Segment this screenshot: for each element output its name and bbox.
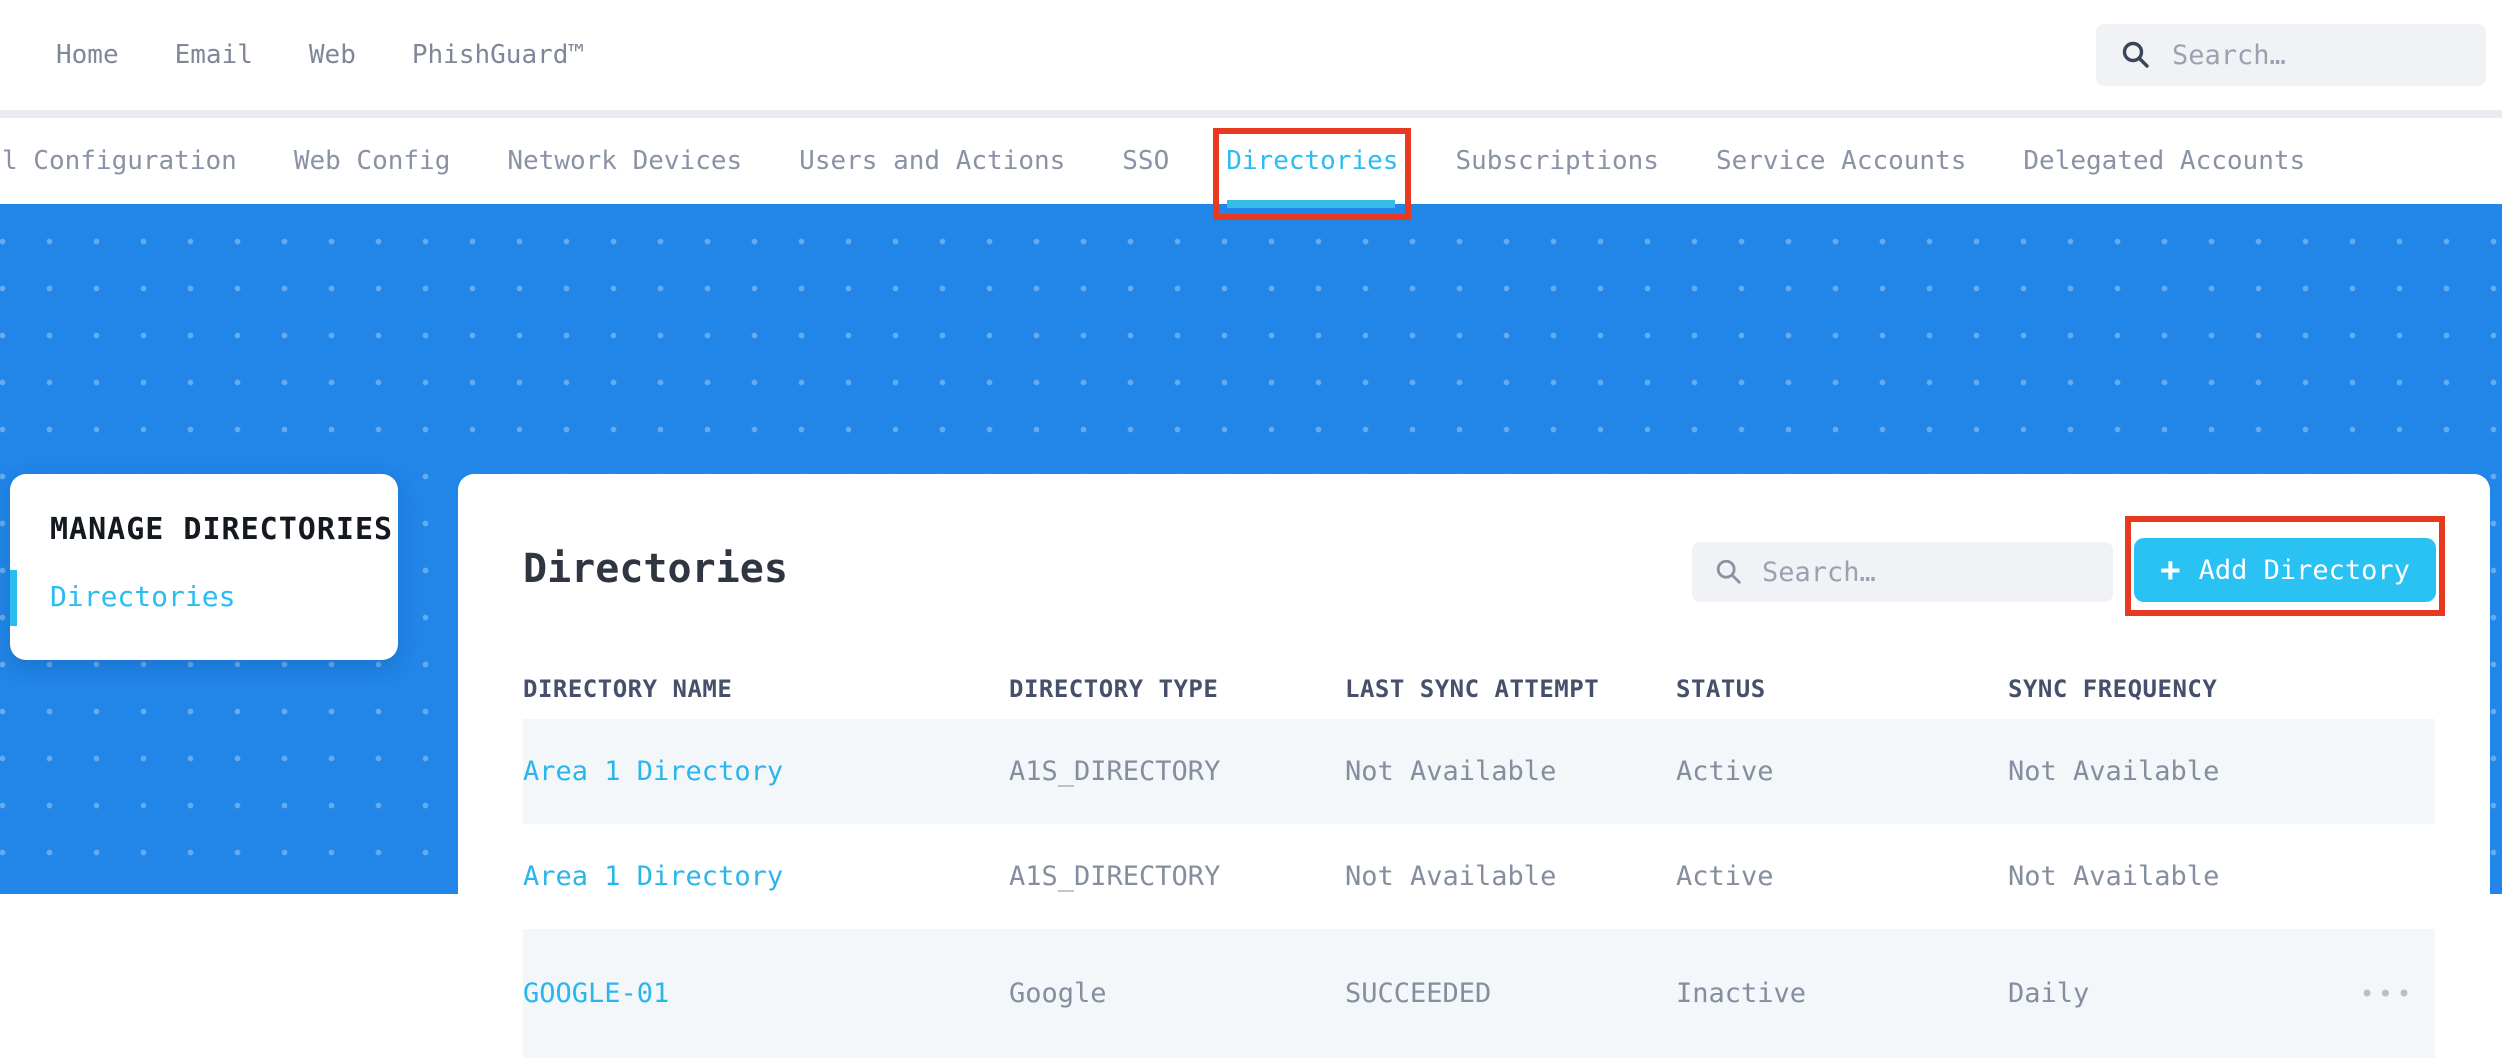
col-last-sync-attempt: LAST SYNC ATTEMPT (1345, 675, 1600, 703)
nav-item-phishguard[interactable]: PhishGuard™ (412, 40, 584, 70)
table-row: Area 1 Directory A1S_DIRECTORY Not Avail… (523, 824, 2435, 929)
status-cell: Active (1676, 756, 1774, 787)
tab-web-config[interactable]: Web Config (294, 118, 451, 204)
table-row: Area 1 Directory A1S_DIRECTORY Not Avail… (523, 719, 2435, 824)
active-item-indicator-bar (10, 570, 17, 626)
tab-network-devices[interactable]: Network Devices (507, 118, 742, 204)
manage-directories-card: MANAGE DIRECTORIES Directories (10, 474, 398, 660)
last-sync-cell: Not Available (1345, 756, 1557, 787)
add-directory-label: Add Directory (2198, 554, 2410, 586)
directories-search-input[interactable] (1762, 556, 2091, 588)
last-sync-cell: Not Available (1345, 861, 1557, 892)
directory-name-link[interactable]: GOOGLE-01 (523, 978, 1009, 1009)
page-title: Directories (523, 546, 788, 592)
last-sync-cell: SUCCEEDED (1345, 978, 1492, 1009)
tab-configuration[interactable]: l Configuration (2, 118, 237, 204)
col-status: STATUS (1676, 675, 1766, 703)
directory-name-link[interactable]: Area 1 Directory (523, 861, 1009, 892)
tab-users-and-actions[interactable]: Users and Actions (799, 118, 1065, 204)
directories-panel: Directories + Add Directory DIRECTORY NA… (458, 474, 2490, 1058)
tab-sso[interactable]: SSO (1122, 118, 1169, 204)
directory-type-cell: A1S_DIRECTORY (1009, 861, 1221, 892)
add-directory-wrap: + Add Directory (2125, 516, 2445, 616)
nav-divider (0, 110, 2502, 118)
global-search-box[interactable] (2096, 24, 2486, 86)
status-cell: Active (1676, 861, 1774, 892)
top-nav: Home Email Web PhishGuard™ (0, 0, 2502, 110)
table-row: GOOGLE-01 Google SUCCEEDED Inactive Dail… (523, 929, 2435, 1058)
directory-name-link[interactable]: Area 1 Directory (523, 756, 1009, 787)
side-card-title: MANAGE DIRECTORIES (50, 512, 394, 547)
status-cell: Inactive (1676, 978, 1807, 1009)
add-directory-button[interactable]: + Add Directory (2134, 538, 2436, 602)
row-actions-menu-icon[interactable]: ••• (2340, 980, 2435, 1008)
sidebar-item-directories[interactable]: Directories (50, 580, 235, 613)
sync-frequency-cell: Not Available (2008, 756, 2220, 787)
tab-subscriptions[interactable]: Subscriptions (1455, 118, 1659, 204)
directories-table: DIRECTORY NAME DIRECTORY TYPE LAST SYNC … (523, 659, 2435, 1058)
search-icon (2120, 39, 2152, 71)
tab-directories-label: Directories (1226, 146, 1399, 176)
tab-service-accounts[interactable]: Service Accounts (1716, 118, 1966, 204)
directories-search-box[interactable] (1692, 542, 2113, 602)
table-header-row: DIRECTORY NAME DIRECTORY TYPE LAST SYNC … (523, 659, 2435, 719)
directory-type-cell: A1S_DIRECTORY (1009, 756, 1221, 787)
nav-item-web[interactable]: Web (309, 40, 356, 70)
tab-directories[interactable]: Directories (1213, 118, 1412, 220)
nav-item-home[interactable]: Home (56, 40, 119, 70)
global-search-input[interactable] (2172, 39, 2462, 71)
col-directory-type: DIRECTORY TYPE (1009, 675, 1219, 703)
page-background: MANAGE DIRECTORIES Directories Directori… (0, 204, 2502, 1058)
col-directory-name: DIRECTORY NAME (523, 675, 733, 703)
nav-item-email[interactable]: Email (175, 40, 253, 70)
tab-delegated-accounts[interactable]: Delegated Accounts (2023, 118, 2305, 204)
search-icon (1714, 557, 1744, 587)
sync-frequency-cell: Daily (2008, 978, 2090, 1009)
top-nav-links: Home Email Web PhishGuard™ (56, 40, 584, 70)
settings-sub-nav: l Configuration Web Config Network Devic… (0, 118, 2502, 220)
col-sync-frequency: SYNC FREQUENCY (2008, 675, 2218, 703)
plus-icon: + (2160, 550, 2181, 590)
directory-type-cell: Google (1009, 978, 1107, 1009)
sync-frequency-cell: Not Available (2008, 861, 2220, 892)
active-tab-underline (1227, 200, 1396, 208)
